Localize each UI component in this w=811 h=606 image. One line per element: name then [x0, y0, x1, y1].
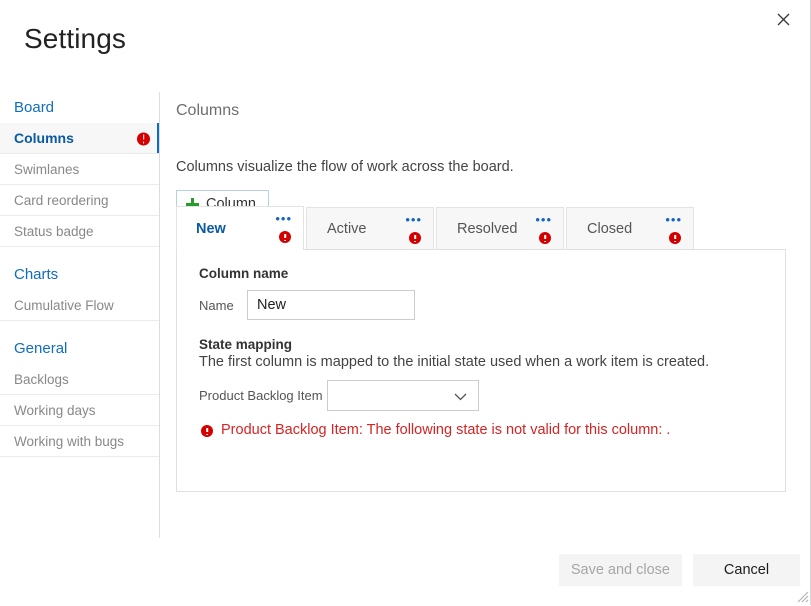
sidebar-item-swimlanes[interactable]: Swimlanes — [0, 154, 159, 185]
dialog-titlebar: Settings — [0, 0, 811, 82]
sidebar-item-label: Status badge — [14, 224, 94, 239]
nav-header-board: Board — [0, 92, 159, 123]
column-name-heading: Column name — [199, 266, 288, 281]
ellipsis-icon[interactable]: ••• — [665, 216, 682, 224]
sidebar-item-label: Working days — [14, 403, 96, 418]
sidebar-item-label: Swimlanes — [14, 162, 79, 177]
tab-label: New — [196, 221, 226, 237]
ellipsis-icon[interactable]: ••• — [405, 216, 422, 224]
column-settings-panel: Column name Name State mapping The first… — [176, 249, 786, 492]
tab-resolved[interactable]: Resolved ••• — [436, 207, 564, 250]
error-icon — [409, 229, 421, 245]
tab-closed[interactable]: Closed ••• — [566, 207, 694, 250]
sidebar-item-label: Working with bugs — [14, 434, 124, 449]
dialog-footer: Save and close Cancel — [0, 539, 811, 605]
ellipsis-icon[interactable]: ••• — [535, 216, 552, 224]
content-description: Columns visualize the flow of work acros… — [176, 158, 790, 177]
close-button[interactable] — [765, 3, 801, 35]
sidebar-item-backlogs[interactable]: Backlogs — [0, 364, 159, 395]
column-name-input[interactable] — [247, 290, 415, 320]
mapping-work-item-type-label: Product Backlog Item — [199, 388, 327, 403]
nav-group-board: Board Columns Swimlanes Card reordering … — [0, 92, 159, 247]
settings-dialog: Settings Board Columns Swimlanes Card — [0, 0, 811, 605]
tab-label: Active — [327, 221, 367, 237]
state-select[interactable] — [327, 380, 479, 411]
tab-new[interactable]: New ••• — [176, 206, 304, 250]
name-row: Name — [199, 290, 415, 320]
nav-group-charts: Charts Cumulative Flow — [0, 259, 159, 321]
ellipsis-icon[interactable]: ••• — [275, 215, 292, 223]
sidebar-item-label: Columns — [14, 130, 74, 146]
content-heading: Columns — [176, 101, 790, 121]
error-icon — [669, 229, 681, 245]
state-mapping-description: The first column is mapped to the initia… — [199, 354, 709, 370]
error-icon — [539, 229, 551, 245]
sidebar-item-columns[interactable]: Columns — [0, 123, 159, 154]
sidebar-item-card-reordering[interactable]: Card reordering — [0, 185, 159, 216]
settings-sidebar: Board Columns Swimlanes Card reordering … — [0, 92, 160, 538]
sidebar-item-label: Cumulative Flow — [14, 298, 114, 313]
validation-message: Product Backlog Item: The following stat… — [221, 422, 670, 438]
sidebar-item-label: Card reordering — [14, 193, 109, 208]
state-mapping-heading: State mapping — [199, 337, 292, 352]
name-label: Name — [199, 298, 247, 313]
nav-spacer — [0, 247, 159, 259]
page-title: Settings — [24, 22, 126, 56]
settings-content: Columns Columns visualize the flow of wo… — [176, 92, 790, 522]
tab-label: Resolved — [457, 221, 517, 237]
cancel-button[interactable]: Cancel — [693, 554, 800, 586]
validation-message-row: Product Backlog Item: The following stat… — [201, 422, 670, 438]
chevron-down-icon — [454, 388, 467, 404]
resize-grip-icon[interactable] — [796, 590, 809, 603]
column-tabs: New ••• Active ••• Resolved ••• Closed •… — [176, 206, 790, 250]
selection-indicator — [157, 123, 159, 153]
close-icon — [777, 13, 790, 26]
sidebar-item-cumulative-flow[interactable]: Cumulative Flow — [0, 290, 159, 321]
sidebar-item-label: Backlogs — [14, 372, 69, 387]
tab-label: Closed — [587, 221, 632, 237]
error-icon — [279, 228, 291, 244]
sidebar-item-working-days[interactable]: Working days — [0, 395, 159, 426]
active-tab-seam — [177, 248, 302, 250]
error-icon — [201, 422, 213, 438]
error-icon — [137, 123, 150, 154]
nav-spacer — [0, 321, 159, 333]
nav-header-charts: Charts — [0, 259, 159, 290]
nav-group-general: General Backlogs Working days Working wi… — [0, 333, 159, 457]
save-and-close-button[interactable]: Save and close — [559, 554, 682, 586]
nav-header-general: General — [0, 333, 159, 364]
tab-active[interactable]: Active ••• — [306, 207, 434, 250]
sidebar-item-status-badge[interactable]: Status badge — [0, 216, 159, 247]
state-mapping-row: Product Backlog Item — [199, 380, 479, 411]
sidebar-item-working-with-bugs[interactable]: Working with bugs — [0, 426, 159, 457]
